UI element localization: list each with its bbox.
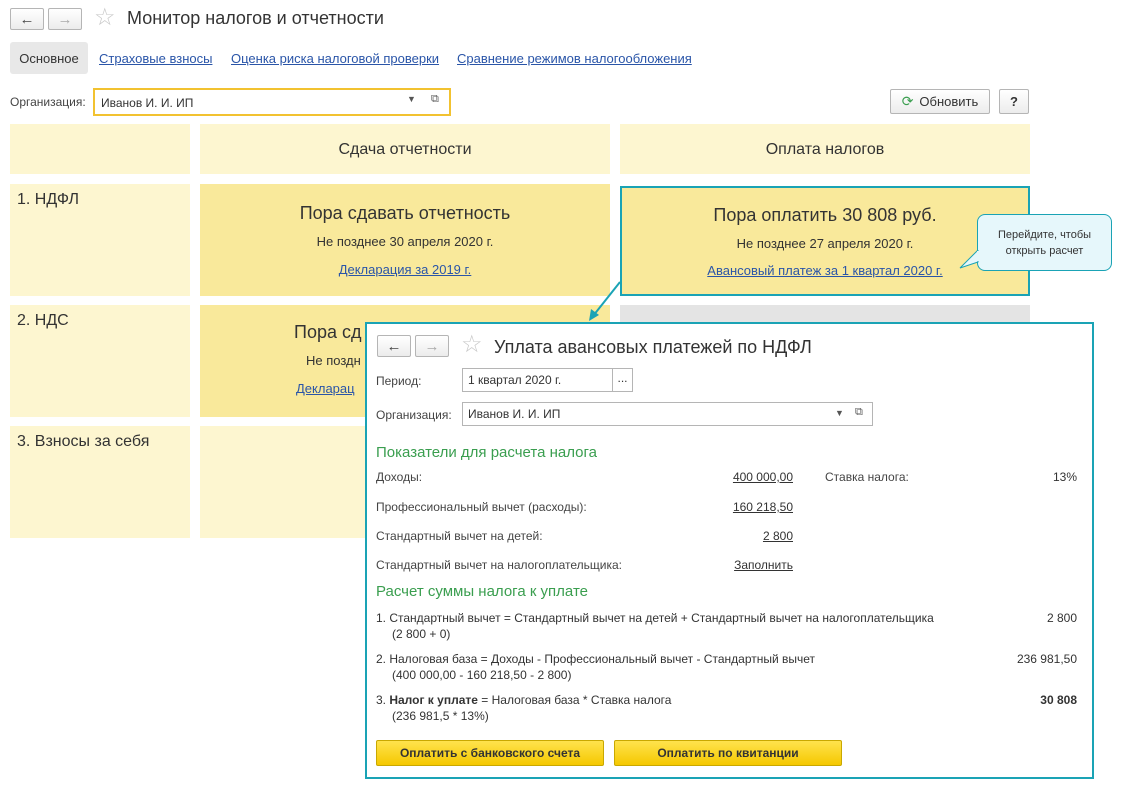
rate-value: 13% xyxy=(1052,470,1077,484)
column-header-payment-label: Оплата налогов xyxy=(765,141,885,158)
popup-forward-button[interactable]: → xyxy=(415,335,449,357)
calc-line-1: 1. Стандартный вычет = Стандартный вычет… xyxy=(376,611,934,625)
help-label: ? xyxy=(1010,94,1018,109)
popup-org-value: Иванов И. И. ИП xyxy=(468,407,561,421)
declaration-link[interactable]: Декларация за 2019 г. xyxy=(339,262,472,277)
period-label: Период: xyxy=(376,374,422,388)
dropdown-arrow-icon[interactable]: ▼ xyxy=(835,408,844,418)
prof-deduction-link[interactable]: 160 218,50 xyxy=(697,500,793,514)
pay-receipt-button[interactable]: Оплатить по квитанции xyxy=(614,740,842,766)
calc-value-2: 236 981,50 xyxy=(1016,652,1077,666)
period-select-button[interactable]: ... xyxy=(612,368,633,392)
row-contributions-label: 3. Взносы за себя xyxy=(17,433,150,450)
period-select-label: ... xyxy=(617,371,628,385)
income-link[interactable]: 400 000,00 xyxy=(697,470,793,484)
period-value: 1 квартал 2020 г. xyxy=(468,373,562,387)
payer-deduction-label: Стандартный вычет на налогоплательщика: xyxy=(376,558,622,572)
ndfl-report-title: Пора сдавать отчетность xyxy=(299,203,511,223)
tab-insurance[interactable]: Страховые взносы xyxy=(99,51,212,66)
nds-declaration-link[interactable]: Декларац xyxy=(296,381,355,396)
calc-line-2: 2. Налоговая база = Доходы - Профессиона… xyxy=(376,652,816,666)
period-field[interactable]: 1 квартал 2020 г. xyxy=(462,368,614,392)
nds-report-deadline: Не поздн xyxy=(306,353,361,368)
ndfl-pay-card: Пора оплатить 30 808 руб. Не позднее 27 … xyxy=(620,186,1030,296)
popup-back-button[interactable]: ← xyxy=(377,335,411,357)
contributions-report-card xyxy=(200,426,365,538)
ndfl-payment-window: ← → ☆ Уплата авансовых платежей по НДФЛ … xyxy=(365,322,1094,779)
section-calculation: Расчет суммы налога к уплате xyxy=(376,583,588,600)
open-icon[interactable]: ⧉ xyxy=(431,93,439,106)
hint-tooltip-text: Перейдите, чтобы открыть расчет xyxy=(997,229,1092,257)
column-header-payment: Оплата налогов xyxy=(620,124,1030,174)
calc-detail-2: (400 000,00 - 160 218,50 - 2 800) xyxy=(392,668,572,682)
calc-detail-1: (2 800 + 0) xyxy=(392,627,451,641)
refresh-label: Обновить xyxy=(919,94,979,109)
refresh-button[interactable]: ⟳ Обновить xyxy=(890,89,990,114)
row-ndfl: 1. НДФЛ xyxy=(10,184,190,296)
popup-title: Уплата авансовых платежей по НДФЛ xyxy=(494,337,812,357)
corner-cell xyxy=(10,124,190,174)
back-button[interactable]: ← xyxy=(10,8,44,30)
calc-line-3: 3. Налог к уплате = Налоговая база * Ста… xyxy=(376,693,671,707)
pay-receipt-label: Оплатить по квитанции xyxy=(657,746,799,760)
ndfl-report-deadline: Не позднее 30 апреля 2020 г. xyxy=(316,234,494,249)
calc-line-3-bold: Налог к уплате xyxy=(389,693,478,707)
org-label: Организация: xyxy=(10,95,86,109)
tab-risk[interactable]: Оценка риска налоговой проверки xyxy=(231,51,439,66)
advance-payment-link[interactable]: Авансовый платеж за 1 квартал 2020 г. xyxy=(707,263,942,278)
row-contributions: 3. Взносы за себя xyxy=(10,426,190,538)
row-ndfl-label: 1. НДФЛ xyxy=(17,191,79,208)
open-icon[interactable]: ⧉ xyxy=(855,406,863,419)
section-indicators: Показатели для расчета налога xyxy=(376,444,597,461)
ndfl-pay-deadline: Не позднее 27 апреля 2020 г. xyxy=(736,236,914,251)
prof-deduction-label: Профессиональный вычет (расходы): xyxy=(376,500,587,514)
ndfl-pay-title: Пора оплатить 30 808 руб. xyxy=(713,205,937,225)
calc-detail-3: (236 981,5 * 13%) xyxy=(392,709,489,723)
arrow-left-icon: ← xyxy=(386,337,402,355)
help-button[interactable]: ? xyxy=(999,89,1029,114)
column-header-reporting: Сдача отчетности xyxy=(200,124,610,174)
calc-value-1: 2 800 xyxy=(1046,611,1077,625)
rate-label: Ставка налога: xyxy=(825,470,909,484)
calc-line-3-num: 3. xyxy=(376,693,390,707)
forward-button[interactable]: → xyxy=(48,8,82,30)
calc-value-3: 30 808 xyxy=(1040,693,1077,707)
nds-report-title: Пора сд xyxy=(294,322,362,342)
dropdown-arrow-icon[interactable]: ▼ xyxy=(407,94,416,104)
column-header-reporting-label: Сдача отчетности xyxy=(338,141,472,158)
row-nds: 2. НДС xyxy=(10,305,190,417)
arrow-right-icon: → xyxy=(424,337,440,355)
org-select[interactable]: Иванов И. И. ИП ▼ ⧉ xyxy=(93,88,451,116)
ndfl-report-card: Пора сдавать отчетность Не позднее 30 ап… xyxy=(200,184,610,296)
pointer-arrow xyxy=(589,281,621,321)
popup-org-label: Организация: xyxy=(376,408,452,422)
hint-tooltip: Перейдите, чтобы открыть расчет xyxy=(977,214,1112,271)
tab-main[interactable]: Основное xyxy=(10,42,88,74)
arrow-right-icon: → xyxy=(57,10,73,28)
refresh-icon: ⟳ xyxy=(901,93,914,109)
calc-line-3-rest: = Налоговая база * Ставка налога xyxy=(477,693,672,707)
income-label: Доходы: xyxy=(376,470,423,484)
child-deduction-label: Стандартный вычет на детей: xyxy=(376,529,543,543)
page-title: Монитор налогов и отчетности xyxy=(127,8,384,28)
pay-bank-button[interactable]: Оплатить с банковского счета xyxy=(376,740,604,766)
tooltip-tail xyxy=(959,250,979,269)
tab-main-label: Основное xyxy=(19,50,79,66)
tab-regimes[interactable]: Сравнение режимов налогообложения xyxy=(457,51,692,66)
fill-link[interactable]: Заполнить xyxy=(697,558,793,572)
popup-org-select[interactable]: Иванов И. И. ИП ▼ ⧉ xyxy=(462,402,873,426)
arrow-left-icon: ← xyxy=(19,10,35,28)
favorite-star-icon[interactable]: ☆ xyxy=(94,6,116,30)
org-value: Иванов И. И. ИП xyxy=(101,96,194,110)
child-deduction-link[interactable]: 2 800 xyxy=(697,529,793,543)
row-nds-label: 2. НДС xyxy=(17,312,69,329)
pay-bank-label: Оплатить с банковского счета xyxy=(399,746,581,760)
popup-favorite-star-icon[interactable]: ☆ xyxy=(461,333,483,357)
